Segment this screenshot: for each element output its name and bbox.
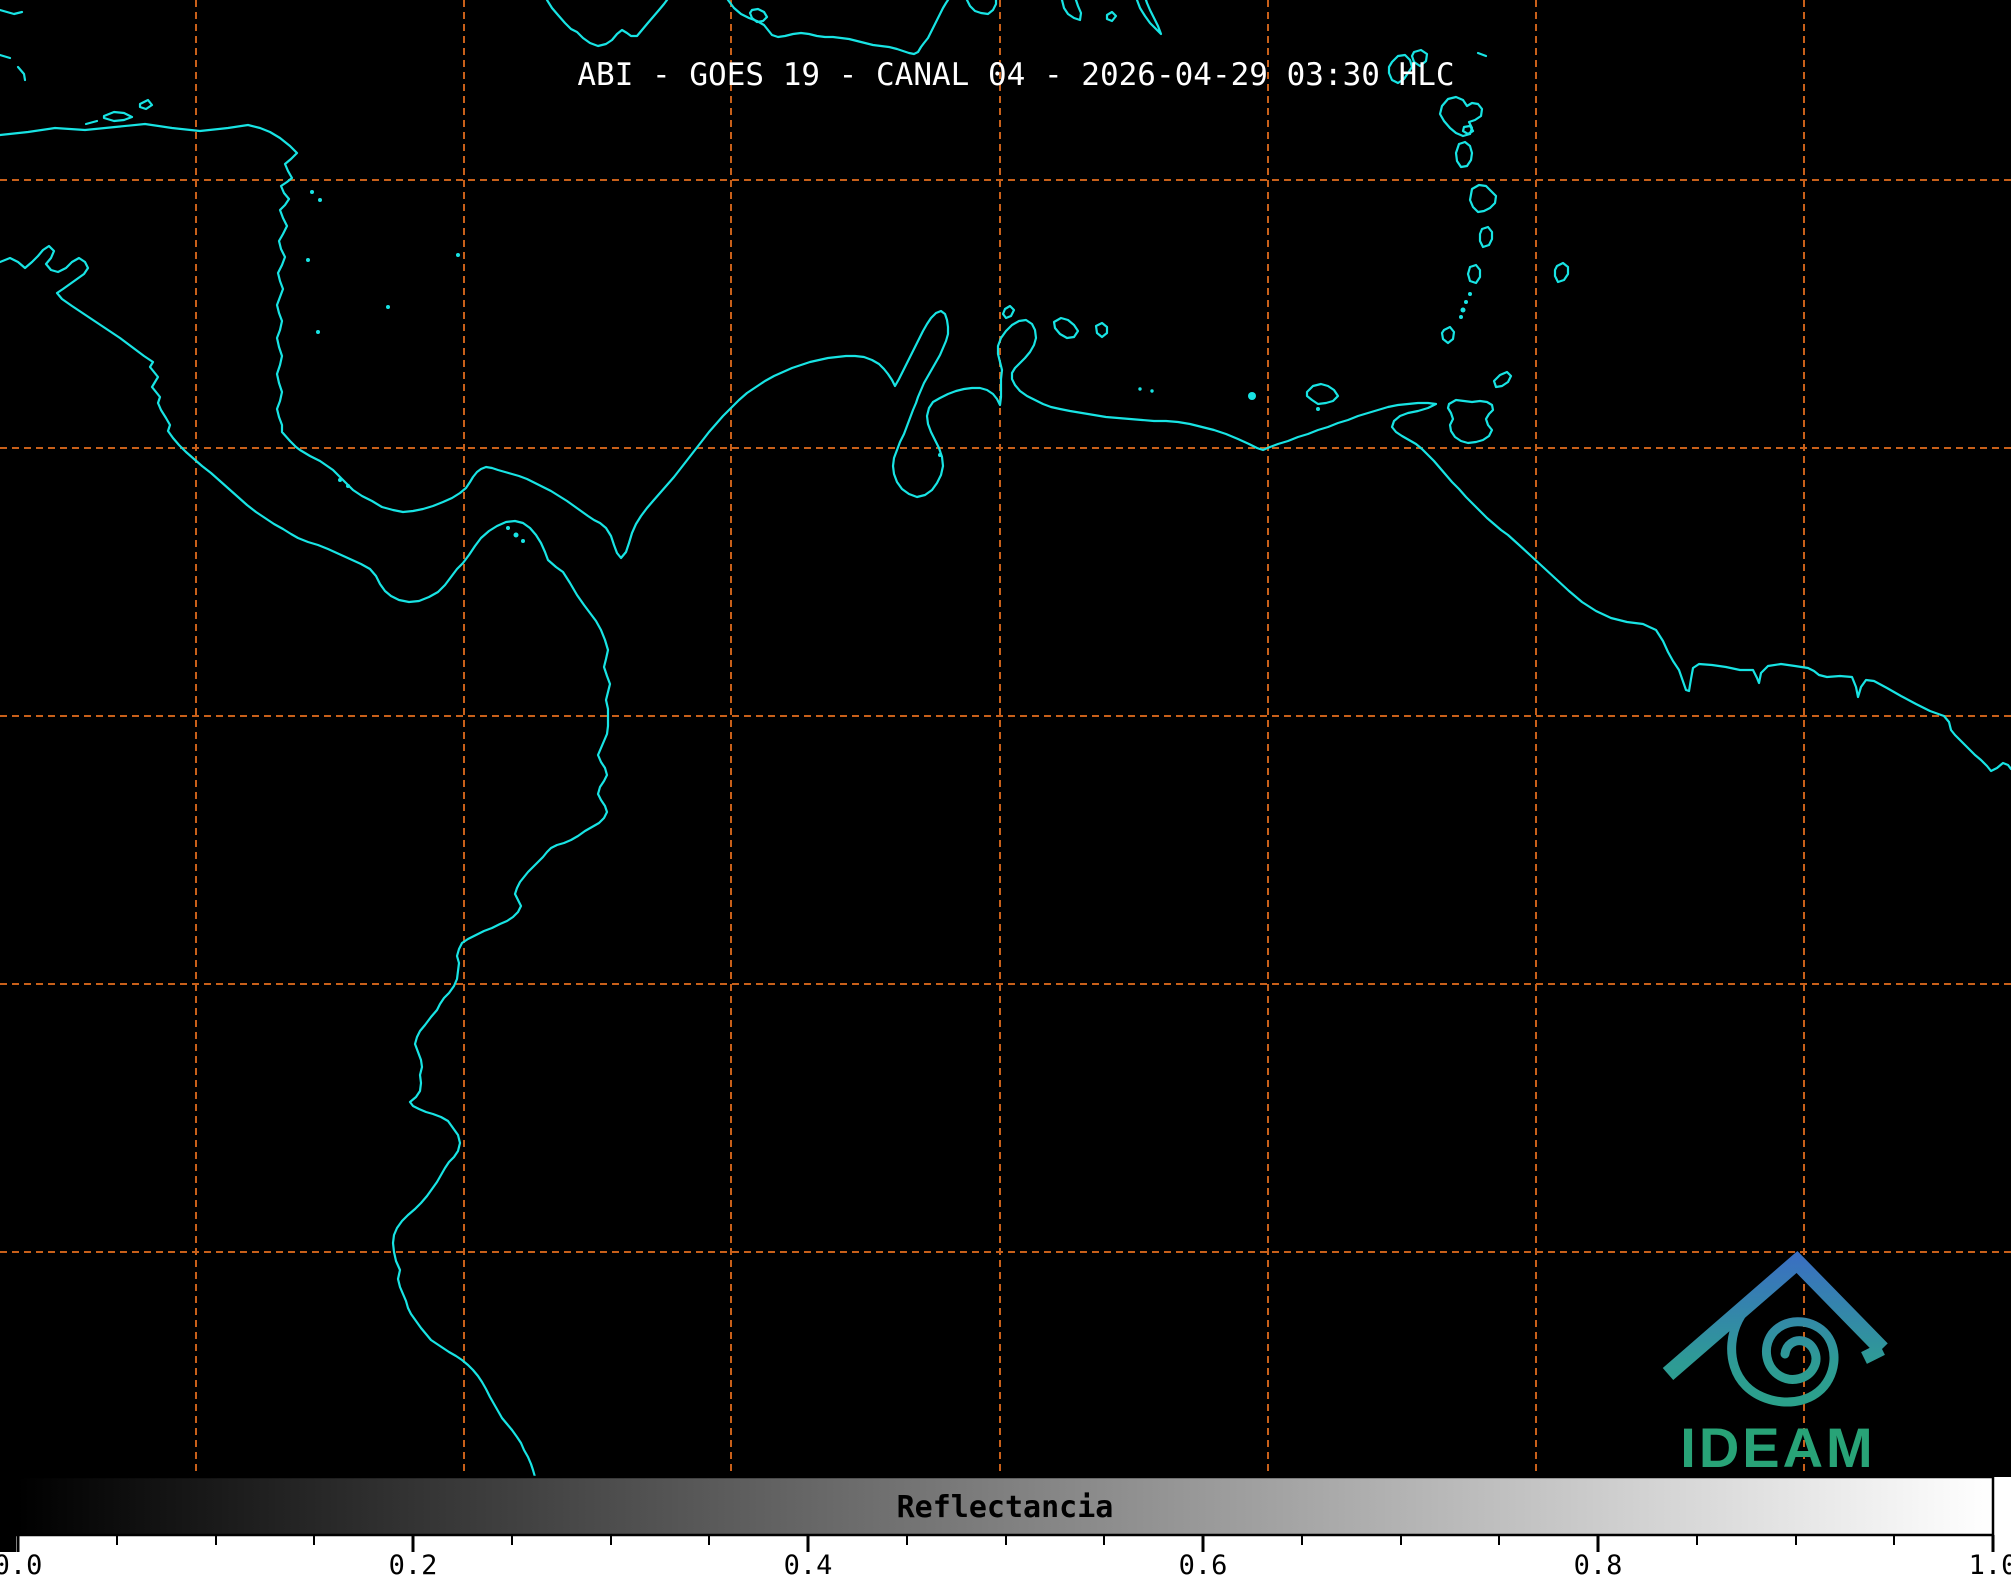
island-dot bbox=[1138, 387, 1142, 391]
island-dot bbox=[316, 330, 320, 334]
island-dot bbox=[521, 539, 525, 543]
satellite-viewer: ABI - GOES 19 - CANAL 04 - 2026-04-29 03… bbox=[0, 0, 2011, 1577]
colorbar-tick-label: 0.2 bbox=[389, 1550, 438, 1577]
island-dot bbox=[346, 484, 350, 488]
island-dot bbox=[338, 478, 342, 482]
island-dot bbox=[513, 532, 519, 538]
image-title: ABI - GOES 19 - CANAL 04 - 2026-04-29 03… bbox=[577, 57, 1454, 93]
colorbar-tick-label: 0.6 bbox=[1179, 1550, 1228, 1577]
colorbar-left-margin bbox=[0, 1477, 16, 1552]
island-dot bbox=[506, 526, 510, 530]
island-dot bbox=[386, 305, 390, 309]
ideam-logo-text: IDEAM bbox=[1680, 1416, 1875, 1479]
goes-satellite-image: ABI - GOES 19 - CANAL 04 - 2026-04-29 03… bbox=[0, 0, 2011, 1577]
colorbar-tick-label: 0.4 bbox=[784, 1550, 833, 1577]
island-dot bbox=[1460, 307, 1466, 313]
island-dot bbox=[456, 253, 460, 257]
colorbar-label: Reflectancia bbox=[897, 1490, 1114, 1525]
colorbar-tick-label: 0.8 bbox=[1574, 1550, 1623, 1577]
island-dot bbox=[1464, 300, 1468, 304]
island-dot bbox=[1248, 392, 1256, 400]
island-dot bbox=[1150, 389, 1154, 393]
island-dot bbox=[1468, 292, 1472, 296]
map-background bbox=[0, 0, 2011, 1477]
colorbar-tick-label: 0.0 bbox=[0, 1550, 42, 1577]
island-dot bbox=[938, 453, 942, 457]
island-dot bbox=[310, 190, 314, 194]
island-dot bbox=[318, 198, 322, 202]
island-dot bbox=[306, 258, 310, 262]
ideam-logo-mountain-hook-icon bbox=[1861, 1343, 1885, 1364]
island-dot bbox=[1459, 315, 1463, 319]
island-dot bbox=[1316, 407, 1320, 411]
colorbar-tick-label: 1.0 bbox=[1969, 1550, 2011, 1577]
